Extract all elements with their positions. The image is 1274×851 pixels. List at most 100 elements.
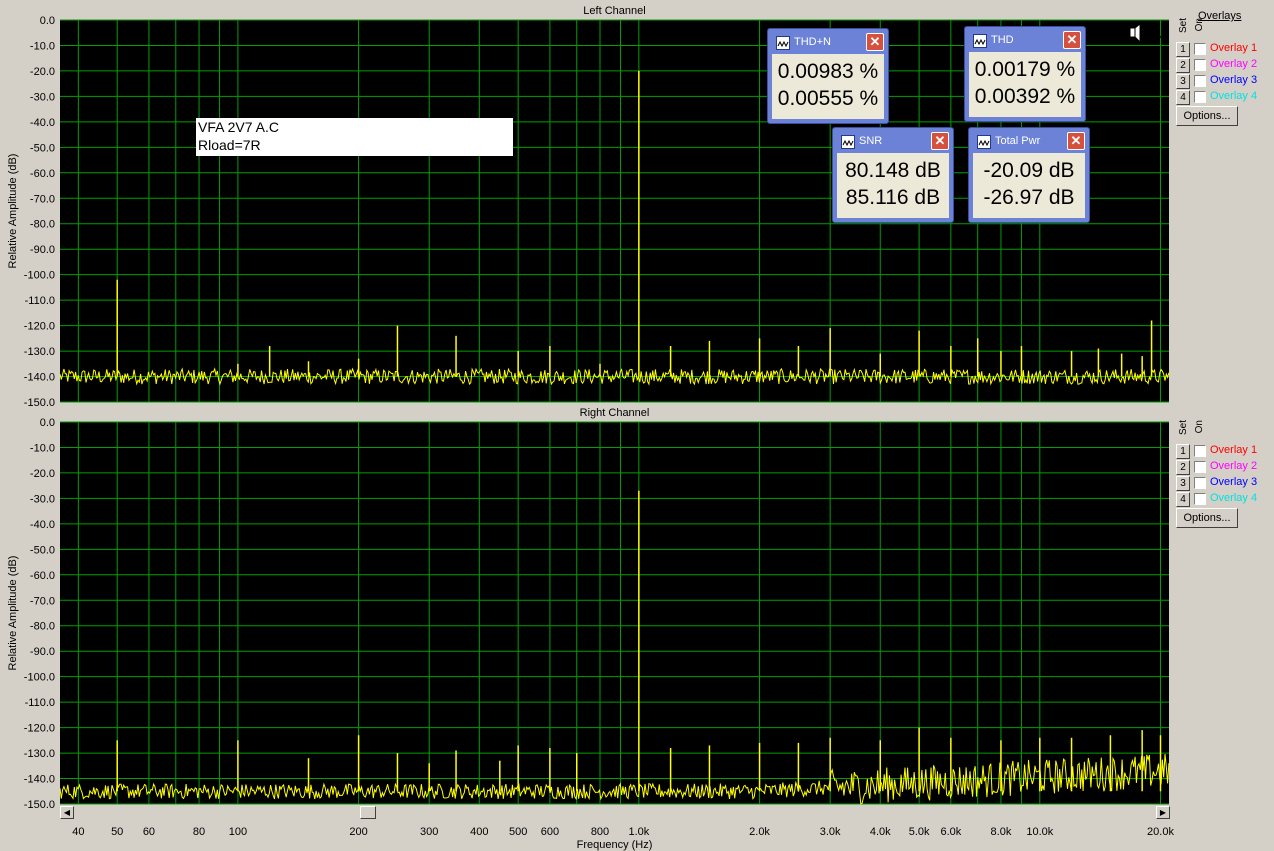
overlay-checkbox-4b[interactable]: [1194, 493, 1206, 505]
plot-area: [60, 422, 1169, 804]
overlay-label-3b: Overlay 3: [1210, 476, 1258, 488]
total-power-value-right: -26.97 dB: [983, 186, 1075, 209]
y-tick-label: -90.0: [30, 244, 55, 256]
snr-meter-title: SNR: [859, 135, 883, 147]
meter-icon: [776, 36, 790, 50]
y-tick-label: -130.0: [24, 748, 55, 760]
y-tick-label: -70.0: [30, 595, 55, 607]
y-tick-label: -140.0: [24, 774, 55, 786]
y-axis-label: Relative Amplitude (dB): [7, 154, 19, 269]
overlay-label-4: Overlay 4: [1210, 90, 1258, 102]
overlay-set-button-4b[interactable]: 4: [1176, 492, 1190, 507]
x-tick-label: 600: [541, 826, 559, 838]
thdn-value-left: 0.00983 %: [777, 60, 879, 83]
plot-annotation[interactable]: VFA 2V7 A.C Rload=7R: [196, 118, 513, 156]
overlay-row-1: 1 Overlay 1: [1176, 42, 1272, 58]
y-tick-label: -150.0: [24, 397, 55, 409]
overlay-checkbox-1b[interactable]: [1194, 445, 1206, 457]
y-tick-label: -20.0: [30, 468, 55, 480]
speaker-sine-icon[interactable]: [1124, 22, 1168, 44]
x-tick-label: 3.0k: [820, 826, 841, 838]
overlay-set-button-2b[interactable]: 2: [1176, 460, 1190, 475]
y-tick-label: -60.0: [30, 570, 55, 582]
scroll-right-icon[interactable]: ▶: [1156, 806, 1170, 819]
thdn-meter[interactable]: THD+N ✕ 0.00983 % 0.00555 %: [767, 28, 889, 124]
overlay-row-2b: 2 Overlay 2: [1176, 460, 1272, 476]
horizontal-scrollbar[interactable]: ◀ ▶: [60, 806, 1170, 820]
annotation-line-2: Rload=7R: [198, 137, 261, 153]
overlay-row-4: 4 Overlay 4: [1176, 90, 1272, 106]
meter-icon: [973, 34, 987, 48]
x-axis-label: Frequency (Hz): [577, 839, 653, 851]
x-tick-label: 20.0k: [1147, 826, 1174, 838]
thdn-meter-title: THD+N: [794, 36, 831, 48]
overlay-row-4b: 4 Overlay 4: [1176, 492, 1272, 508]
x-tick-label: 100: [229, 826, 247, 838]
total-power-meter-title: Total Pwr: [995, 135, 1041, 147]
x-tick-label: 5.0k: [909, 826, 930, 838]
options-button-left[interactable]: Options...: [1176, 106, 1238, 126]
x-tick-label: 300: [420, 826, 438, 838]
y-tick-label: -110.0: [25, 295, 55, 307]
right-overlays-panel: Set On 1 Overlay 1 2 Overlay 2 3 Overlay…: [1176, 418, 1272, 528]
close-icon[interactable]: ✕: [1067, 132, 1085, 150]
x-tick-label: 500: [509, 826, 527, 838]
x-tick-label: 4.0k: [870, 826, 891, 838]
y-tick-label: -30.0: [30, 493, 55, 505]
x-tick-label: 8.0k: [991, 826, 1012, 838]
scroll-left-icon[interactable]: ◀: [60, 806, 74, 819]
overlay-set-button-1b[interactable]: 1: [1176, 444, 1190, 459]
overlay-set-button-3b[interactable]: 3: [1176, 476, 1190, 491]
y-tick-label: -150.0: [24, 799, 55, 811]
overlay-checkbox-2[interactable]: [1194, 59, 1206, 71]
overlay-checkbox-3b[interactable]: [1194, 477, 1206, 489]
y-tick-label: -30.0: [30, 91, 55, 103]
y-tick-label: 0.0: [40, 417, 55, 429]
overlay-checkbox-3[interactable]: [1194, 75, 1206, 87]
close-icon[interactable]: ✕: [1063, 31, 1081, 49]
y-tick-label: -100.0: [24, 672, 55, 684]
close-icon[interactable]: ✕: [866, 33, 884, 51]
overlay-set-button-2[interactable]: 2: [1176, 58, 1190, 73]
thdn-value-right: 0.00555 %: [777, 87, 879, 110]
x-tick-label: 10.0k: [1026, 826, 1053, 838]
total-power-meter[interactable]: Total Pwr ✕ -20.09 dB -26.97 dB: [968, 127, 1090, 223]
y-tick-label: -100.0: [24, 270, 55, 282]
overlay-set-button-4[interactable]: 4: [1176, 90, 1190, 105]
overlay-row-2: 2 Overlay 2: [1176, 58, 1272, 74]
y-tick-label: -70.0: [30, 193, 55, 205]
x-tick-label: 50: [111, 826, 123, 838]
thd-value-left: 0.00179 %: [974, 58, 1076, 81]
set-column-label: Set: [1178, 18, 1189, 34]
y-tick-label: -130.0: [24, 346, 55, 358]
y-tick-label: 0.0: [40, 15, 55, 27]
on-column-label-2: On: [1194, 420, 1205, 434]
x-tick-label: 40: [72, 826, 84, 838]
overlay-row-3: 3 Overlay 3: [1176, 74, 1272, 90]
scroll-thumb[interactable]: [360, 806, 376, 819]
x-tick-label: 1.0k: [628, 826, 649, 838]
overlay-checkbox-4[interactable]: [1194, 91, 1206, 103]
overlay-row-1b: 1 Overlay 1: [1176, 444, 1272, 460]
overlay-checkbox-1[interactable]: [1194, 43, 1206, 55]
x-tick-label: 6.0k: [940, 826, 961, 838]
right-channel-chart: Right Channel 0.0 -10.0 -20.0 -30.0 -40.0 -50.…: [7, 407, 1174, 851]
overlay-set-button-3[interactable]: 3: [1176, 74, 1190, 89]
y-tick-label: -20.0: [30, 66, 55, 78]
close-icon[interactable]: ✕: [931, 132, 949, 150]
overlay-checkbox-2b[interactable]: [1194, 461, 1206, 473]
set-column-label-2: Set: [1178, 420, 1189, 436]
overlay-set-button-1[interactable]: 1: [1176, 42, 1190, 57]
thd-value-right: 0.00392 %: [974, 85, 1076, 108]
y-tick-label: -50.0: [30, 142, 55, 154]
overlay-label-2b: Overlay 2: [1210, 460, 1258, 472]
options-button-right[interactable]: Options...: [1176, 508, 1238, 528]
snr-meter[interactable]: SNR ✕ 80.148 dB 85.116 dB: [832, 127, 954, 223]
meter-icon: [841, 135, 855, 149]
overlay-row-3b: 3 Overlay 3: [1176, 476, 1272, 492]
thd-meter[interactable]: THD ✕ 0.00179 % 0.00392 %: [964, 26, 1086, 122]
y-tick-label: -40.0: [30, 519, 55, 531]
y-tick-label: -110.0: [25, 697, 55, 709]
y-tick-label: -120.0: [24, 723, 55, 735]
on-column-label: On: [1194, 18, 1205, 32]
